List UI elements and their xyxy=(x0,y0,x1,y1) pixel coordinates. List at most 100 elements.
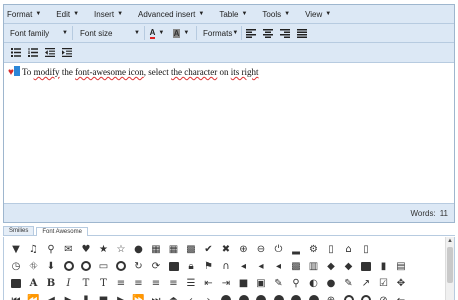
search-plus-icon[interactable]: ⊕ xyxy=(238,243,250,255)
fast-forward-icon[interactable]: ⏩ xyxy=(132,294,144,300)
plus-circle-icon[interactable] xyxy=(220,294,232,300)
music-icon[interactable]: ♫ xyxy=(28,243,40,255)
selected-character[interactable] xyxy=(13,66,20,76)
numbered-list-button[interactable] xyxy=(24,45,41,60)
icon-panel-scrollbar[interactable]: ▲ xyxy=(445,237,454,300)
road-icon[interactable]: ⛗ xyxy=(28,260,40,272)
align-right-icon[interactable]: ≡ xyxy=(150,277,162,289)
bullet-list-button[interactable] xyxy=(7,45,24,60)
background-color-button[interactable]: A ▼ xyxy=(169,26,193,41)
menu-view[interactable]: View ▼ xyxy=(305,10,331,19)
adjust-icon[interactable]: ◐ xyxy=(308,277,320,289)
align-justify-button[interactable] xyxy=(293,26,310,41)
formats-select[interactable]: Formats ▼ xyxy=(200,26,242,40)
tags-icon[interactable]: ◆ xyxy=(343,260,355,272)
editor-content[interactable]: ♥ To modify the font-awesome icon, select… xyxy=(4,63,454,203)
search-minus-icon[interactable]: ⊖ xyxy=(255,243,267,255)
star-o-icon[interactable]: ☆ xyxy=(115,243,127,255)
check-circle-o-icon[interactable] xyxy=(360,294,372,300)
font-family-select[interactable]: Font family ▼ xyxy=(7,26,73,40)
align-center-icon[interactable]: ≡ xyxy=(133,277,145,289)
headphones-icon[interactable]: ∩ xyxy=(220,260,232,272)
scroll-thumb[interactable] xyxy=(447,247,453,283)
bold-icon[interactable]: B xyxy=(45,277,57,289)
signal-icon[interactable]: ▂ xyxy=(290,243,302,255)
heart-icon[interactable]: ♥ xyxy=(80,243,92,255)
align-left-icon[interactable]: ≡ xyxy=(115,277,127,289)
menu-insert[interactable]: Insert ▼ xyxy=(94,10,123,19)
cog-icon[interactable]: ⚙ xyxy=(308,243,320,255)
stop-icon[interactable]: ■ xyxy=(98,294,110,300)
volume-down-icon[interactable]: ◂ xyxy=(255,260,267,272)
qrcode-icon[interactable]: ▩ xyxy=(290,260,302,272)
trash-o-icon[interactable]: ▯ xyxy=(325,243,337,255)
eject-icon[interactable]: ⏏ xyxy=(168,294,180,300)
camera-icon[interactable] xyxy=(10,277,22,289)
pencil-square-o-icon[interactable]: ✎ xyxy=(343,277,355,289)
times-icon[interactable]: ✖ xyxy=(220,243,232,255)
question-circle-icon[interactable] xyxy=(290,294,302,300)
share-square-o-icon[interactable]: ↗ xyxy=(360,277,372,289)
film-icon[interactable]: ▦ xyxy=(150,243,162,255)
info-circle-icon[interactable] xyxy=(308,294,320,300)
ban-icon[interactable]: ⊘ xyxy=(378,294,390,300)
file-o-icon[interactable]: ▯ xyxy=(360,243,372,255)
align-right-button[interactable] xyxy=(276,26,293,41)
font-size-select[interactable]: Font size ▼ xyxy=(77,26,145,40)
text-color-button[interactable]: A ▼ xyxy=(145,26,169,41)
star-icon[interactable]: ★ xyxy=(98,243,110,255)
align-center-button[interactable] xyxy=(259,26,276,41)
text-width-icon[interactable]: T xyxy=(98,277,110,289)
lock-icon[interactable]: 🔒︎ xyxy=(185,260,197,272)
download-icon[interactable]: ⬇ xyxy=(45,260,57,272)
times-circle-o-icon[interactable] xyxy=(343,294,355,300)
check-circle-icon[interactable] xyxy=(273,294,285,300)
search-icon[interactable]: ⚲ xyxy=(45,243,57,255)
outdent-icon[interactable]: ⇤ xyxy=(203,277,215,289)
crosshairs-icon[interactable]: ⊕ xyxy=(325,294,337,300)
home-icon[interactable]: ⌂ xyxy=(343,243,355,255)
play-circle-o-icon[interactable] xyxy=(115,260,127,272)
step-forward-icon[interactable]: ⏭ xyxy=(150,294,162,300)
power-off-icon[interactable]: ⏻ xyxy=(273,243,285,255)
arrows-icon[interactable]: ✥ xyxy=(395,277,407,289)
bookmark-icon[interactable]: ▮ xyxy=(378,260,390,272)
repeat-icon[interactable]: ↻ xyxy=(133,260,145,272)
flag-icon[interactable]: ⚑ xyxy=(203,260,215,272)
indent-icon[interactable]: ⇥ xyxy=(220,277,232,289)
minus-circle-icon[interactable] xyxy=(238,294,250,300)
book-icon[interactable] xyxy=(360,260,372,272)
picture-o-icon[interactable]: ▣ xyxy=(255,277,267,289)
step-backward-icon[interactable]: ⏮ xyxy=(10,294,22,300)
barcode-icon[interactable]: ▥ xyxy=(308,260,320,272)
indent-button[interactable] xyxy=(58,45,75,60)
tab-smilies[interactable]: Smilies xyxy=(3,226,35,235)
volume-up-icon[interactable]: ◂ xyxy=(273,260,285,272)
refresh-icon[interactable]: ⟳ xyxy=(150,260,162,272)
inbox-icon[interactable]: ▭ xyxy=(98,260,110,272)
tab-font-awesome[interactable]: Font Awesome xyxy=(36,227,88,236)
video-camera-icon[interactable]: ■ xyxy=(238,277,250,289)
times-circle-icon[interactable] xyxy=(255,294,267,300)
print-icon[interactable]: ▤ xyxy=(395,260,407,272)
arrow-circle-o-up-icon[interactable] xyxy=(80,260,92,272)
menu-format[interactable]: Format ▼ xyxy=(7,10,41,19)
align-justify-icon[interactable]: ≡ xyxy=(168,277,180,289)
fast-backward-icon[interactable]: ⏪ xyxy=(27,294,39,300)
forward-icon[interactable]: ▶ xyxy=(115,294,127,300)
menu-tools[interactable]: Tools ▼ xyxy=(262,10,290,19)
menu-advanced-insert[interactable]: Advanced insert ▼ xyxy=(138,10,204,19)
menu-edit[interactable]: Edit ▼ xyxy=(56,10,79,19)
play-icon[interactable]: ▶ xyxy=(63,294,75,300)
pencil-icon[interactable]: ✎ xyxy=(273,277,285,289)
tint-icon[interactable]: ● xyxy=(325,277,337,289)
chevron-right-icon[interactable]: › xyxy=(203,294,215,300)
map-marker-icon[interactable]: ⚲ xyxy=(290,277,302,289)
th-icon[interactable]: ▩ xyxy=(185,243,197,255)
font-icon[interactable]: A xyxy=(28,277,40,289)
list-icon[interactable]: ☰ xyxy=(185,277,197,289)
pause-icon[interactable]: ❚ xyxy=(80,294,92,300)
user-icon[interactable]: ● xyxy=(133,243,145,255)
th-large-icon[interactable]: ▦ xyxy=(168,243,180,255)
italic-icon[interactable]: I xyxy=(63,277,75,289)
